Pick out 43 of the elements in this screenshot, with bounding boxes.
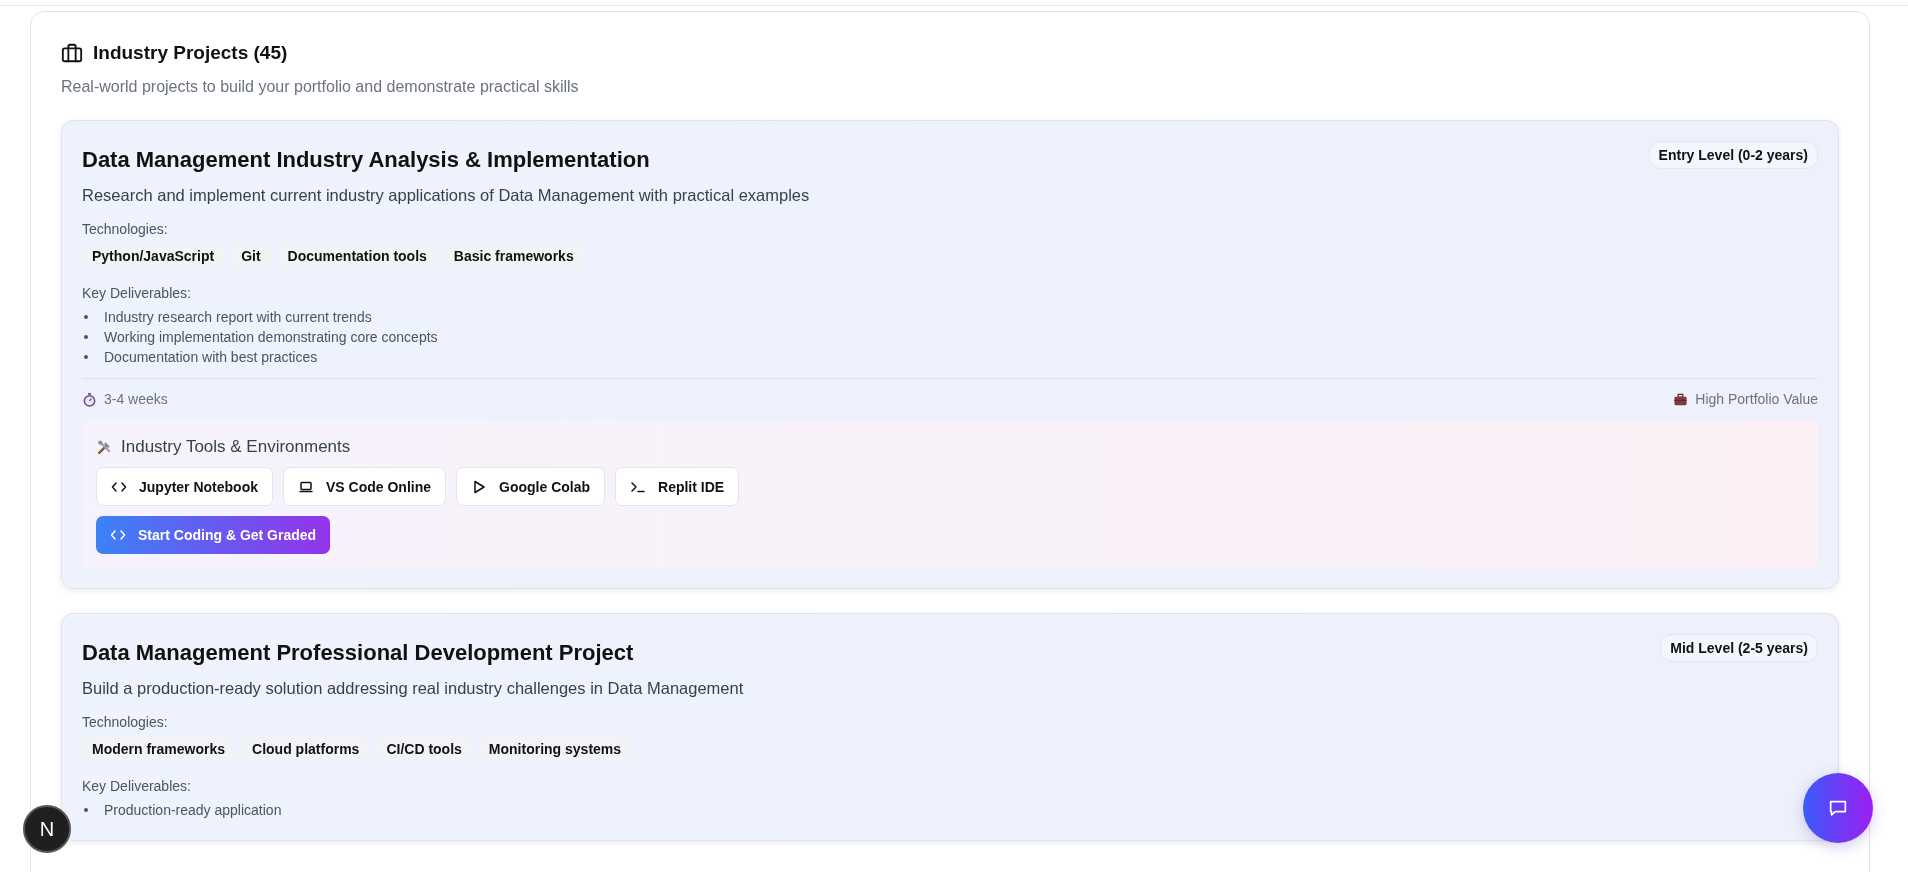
project-title: Data Management Industry Analysis & Implementation bbox=[82, 147, 650, 173]
technologies-label: Technologies: bbox=[82, 221, 169, 237]
bullet-icon bbox=[84, 335, 88, 339]
technology-tag: Modern frameworks bbox=[82, 736, 236, 762]
tool-button[interactable]: Replit IDE bbox=[615, 467, 740, 506]
technologies-label: Technologies: bbox=[82, 714, 169, 730]
technology-tag: Basic frameworks bbox=[443, 243, 584, 269]
floating-badge-button[interactable]: N bbox=[23, 805, 71, 853]
level-badge: Entry Level (0-2 years) bbox=[1648, 141, 1818, 169]
deliverable-item: Production-ready application bbox=[104, 801, 282, 820]
project-title: Data Management Professional Development Project bbox=[82, 640, 634, 666]
technology-tag: Python/JavaScript bbox=[82, 243, 225, 269]
deliverable-item: Working implementation demonstrating core concepts bbox=[104, 328, 438, 347]
bullet-icon bbox=[84, 315, 88, 319]
duration-text: 3-4 weeks bbox=[104, 391, 168, 407]
bullet-icon bbox=[84, 355, 88, 359]
technology-tag: Documentation tools bbox=[277, 243, 437, 269]
project-description: Build a production-ready solution addressing real industry challenges in Data Management bbox=[82, 679, 745, 698]
start-coding-button[interactable]: Start Coding & Get Graded bbox=[96, 516, 331, 554]
technology-tag: Monitoring systems bbox=[478, 736, 632, 762]
tool-button[interactable]: Google Colab bbox=[456, 467, 606, 506]
technology-tag: Cloud platforms bbox=[242, 736, 370, 762]
project-description: Research and implement current industry applications of Data Management with practical examples bbox=[82, 186, 811, 205]
level-badge: Mid Level (2-5 years) bbox=[1660, 634, 1818, 662]
briefcase-icon bbox=[1673, 391, 1689, 407]
tool-button[interactable]: Jupyter Notebook bbox=[96, 467, 273, 506]
technology-tag: Git bbox=[231, 243, 271, 269]
tools-icon bbox=[96, 438, 113, 456]
section-title: Industry Projects (45) bbox=[93, 42, 288, 64]
code-icon bbox=[110, 527, 126, 543]
tool-button[interactable]: VS Code Online bbox=[283, 467, 447, 506]
play-icon bbox=[471, 478, 488, 495]
portfolio-value-text: High Portfolio Value bbox=[1695, 391, 1818, 407]
deliverable-item: Documentation with best practices bbox=[104, 348, 318, 367]
bullet-icon bbox=[84, 808, 88, 812]
briefcase-icon bbox=[61, 42, 83, 64]
deliverables-label: Key Deliverables: bbox=[82, 285, 192, 301]
section-subtitle: Real-world projects to build your portfolio and demonstrate practical skills bbox=[61, 78, 580, 96]
deliverables-label: Key Deliverables: bbox=[82, 778, 192, 794]
tools-title: Industry Tools & Environments bbox=[121, 437, 351, 457]
deliverable-item: Industry research report with current trends bbox=[104, 308, 372, 327]
stopwatch-icon bbox=[82, 391, 97, 407]
technology-tag: CI/CD tools bbox=[376, 736, 472, 762]
